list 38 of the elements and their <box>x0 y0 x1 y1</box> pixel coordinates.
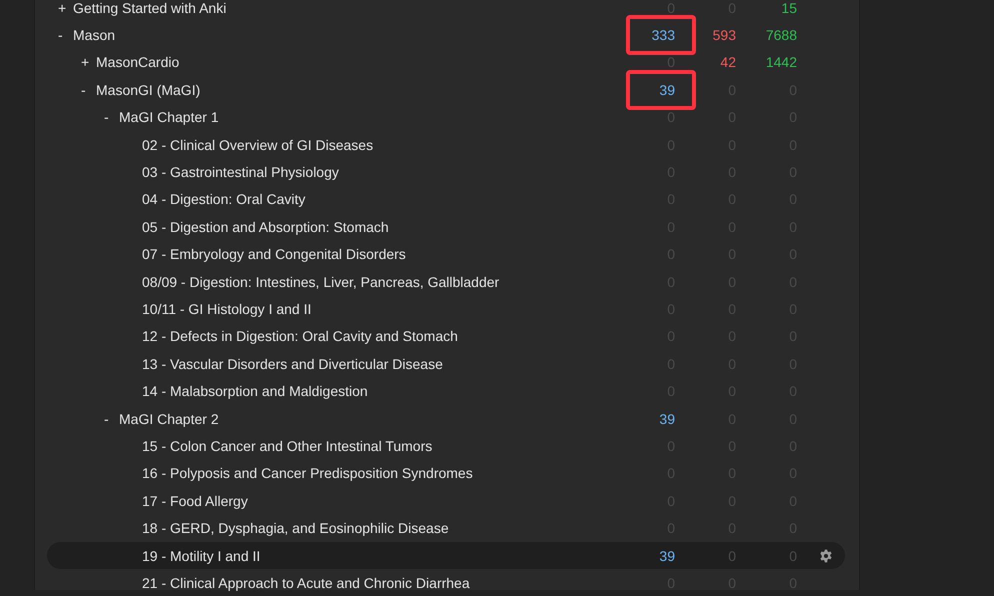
deck-name[interactable]: MasonGI (MaGI) <box>96 82 200 98</box>
card-count: 39 <box>659 410 675 427</box>
deck-name[interactable]: Mason <box>73 27 116 44</box>
expand-toggle[interactable]: - <box>104 109 109 126</box>
deck-name[interactable]: MaGI Chapter 2 <box>119 410 219 427</box>
card-count: 15 <box>781 0 797 16</box>
deck-name[interactable]: 13 - Vascular Disorders and Diverticular Disease <box>142 356 443 372</box>
deck-name[interactable]: 19 - Motility I and II <box>142 548 260 564</box>
deck-name[interactable]: 15 - Colon Cancer and Other Intestinal Tumors <box>142 438 432 454</box>
deck-name[interactable]: 07 - Embryology and Congenital Disorders <box>142 246 406 262</box>
deck-name[interactable]: MaGI Chapter 1 <box>119 109 219 126</box>
deck-name[interactable]: 16 - Polyposis and Cancer Predisposition Syndromes <box>142 465 473 482</box>
expand-toggle[interactable]: + <box>58 0 66 16</box>
deck-name[interactable]: 17 - Food Allergy <box>142 492 248 509</box>
card-count: 39 <box>659 548 675 564</box>
card-count: 7688 <box>766 27 797 44</box>
card-count: 333 <box>652 27 675 44</box>
deck-name[interactable]: MasonCardio <box>96 54 180 70</box>
deck-name[interactable]: 12 - Defects in Digestion: Oral Cavity and Stomach <box>142 328 458 344</box>
deck-name[interactable]: 08/09 - Digestion: Intestines, Liver, Pancreas, Gallbladder <box>142 274 500 290</box>
deck-name[interactable]: 04 - Digestion: Oral Cavity <box>142 191 306 208</box>
deck-name[interactable]: 14 - Malabsorption and Maldigestion <box>142 383 368 400</box>
card-count: 1442 <box>766 54 797 70</box>
card-count: 42 <box>720 54 736 70</box>
expand-toggle[interactable]: - <box>81 82 86 98</box>
expand-toggle[interactable]: - <box>104 410 109 427</box>
card-count: 39 <box>659 82 675 98</box>
expand-toggle[interactable]: - <box>58 27 63 44</box>
deck-name[interactable]: 05 - Digestion and Absorption: Stomach <box>142 218 389 235</box>
deck-name[interactable]: 10/11 - GI Histology I and II <box>142 300 312 317</box>
settings-icon[interactable] <box>819 548 833 562</box>
card-count: 593 <box>712 27 736 44</box>
deck-name[interactable]: 03 - Gastrointestinal Physiology <box>142 164 339 180</box>
expand-toggle[interactable]: + <box>81 54 90 70</box>
deck-name[interactable]: 18 - GERD, Dysphagia, and Eosinophilic Disease <box>142 520 449 536</box>
deck-name[interactable]: 02 - Clinical Overview of GI Diseases <box>142 136 374 153</box>
deck-name[interactable]: 21 - Clinical Approach to Acute and Chronic Diarrhea <box>142 574 470 591</box>
deck-name[interactable]: Getting Started with Anki <box>73 0 226 16</box>
